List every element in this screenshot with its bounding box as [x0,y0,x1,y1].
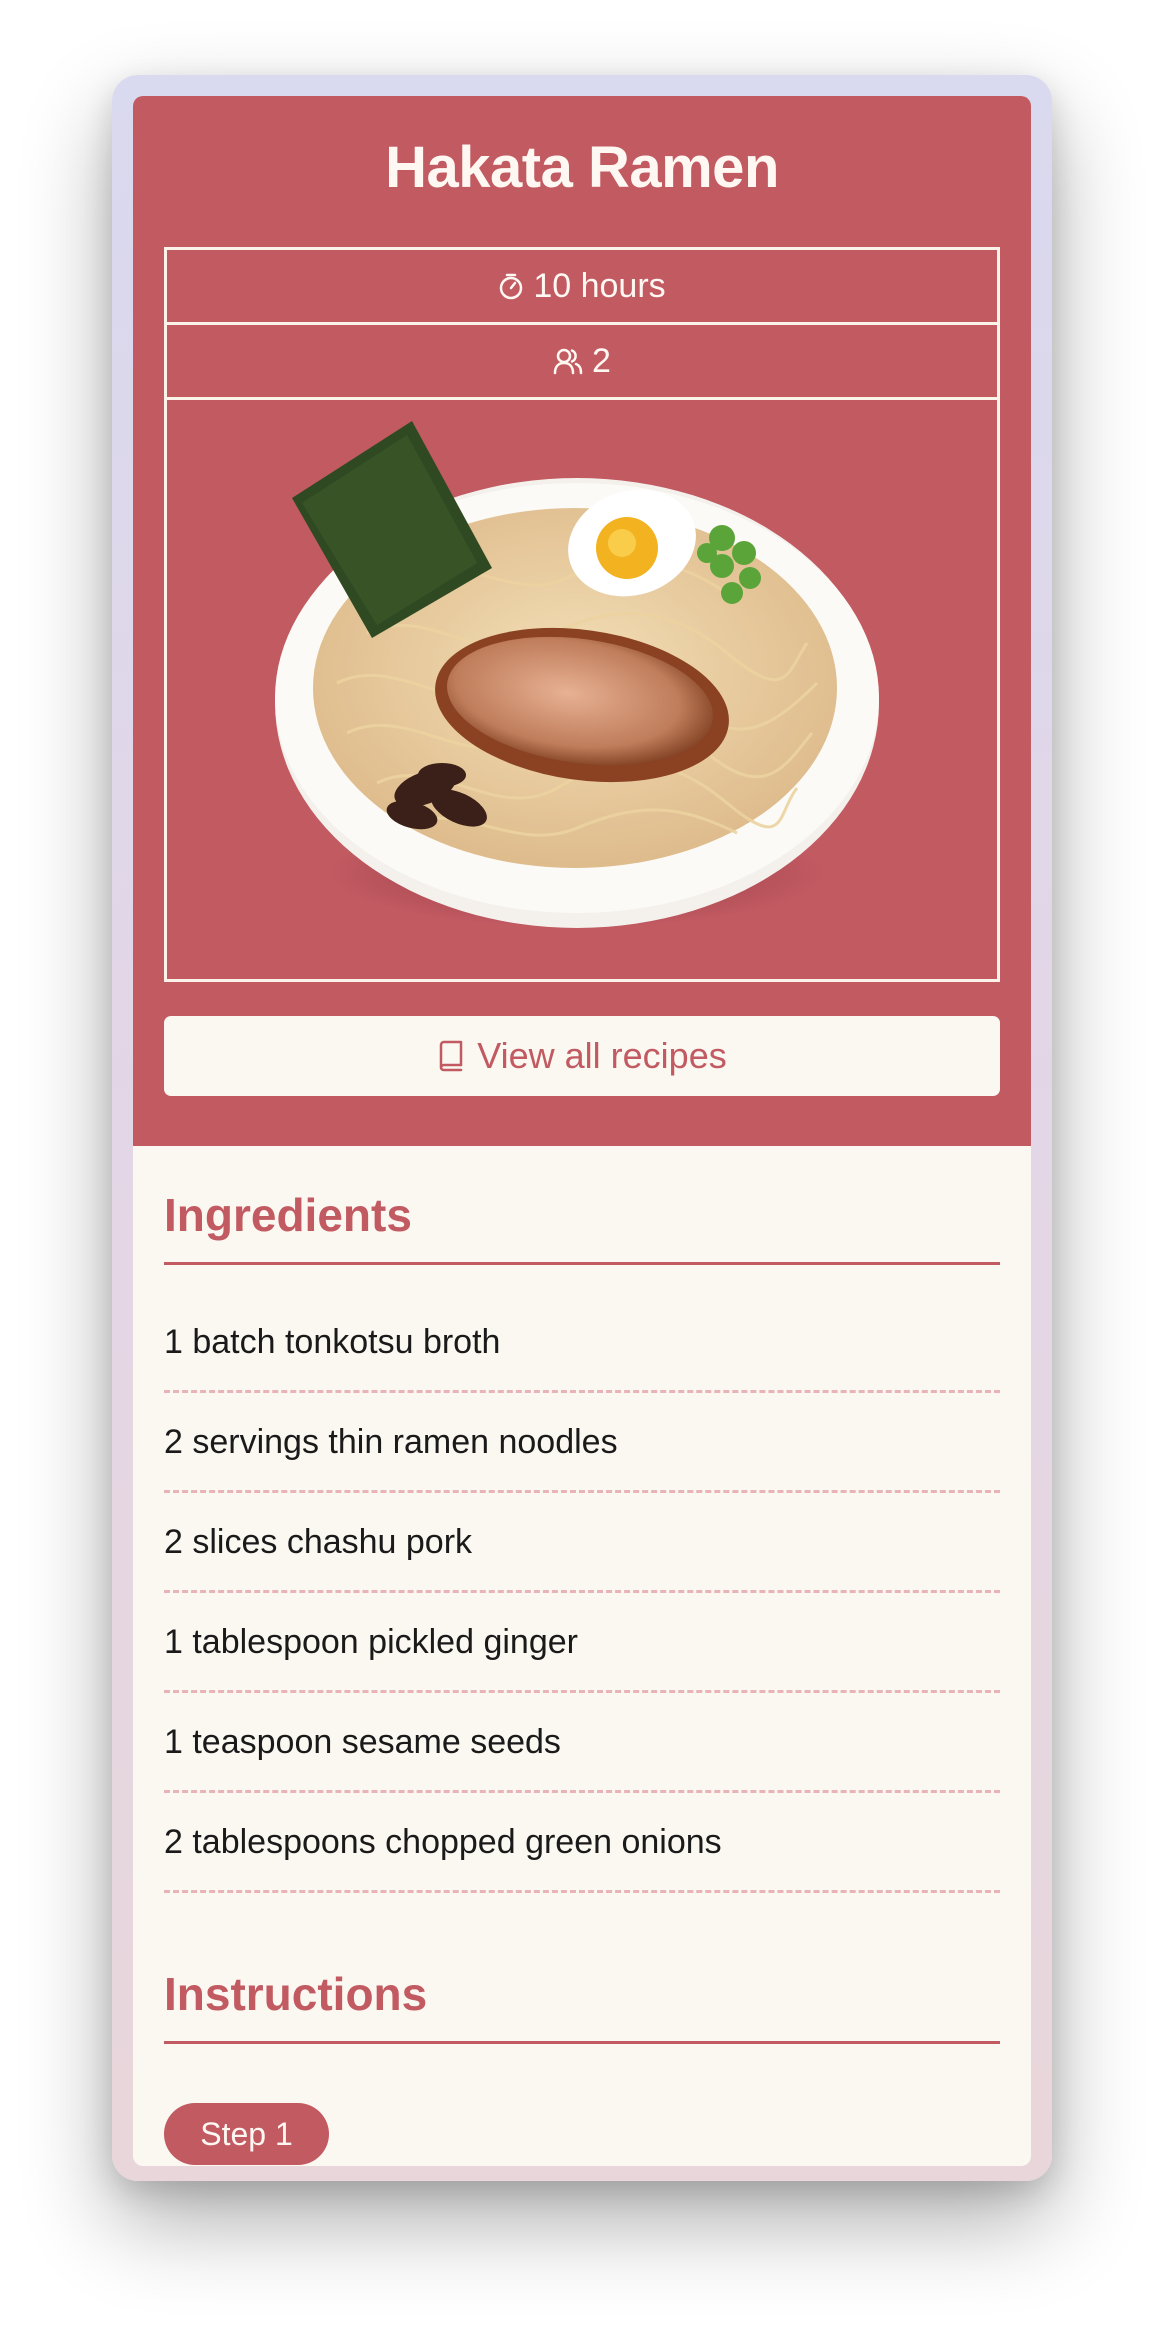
recipe-image [167,403,997,979]
ingredients-heading: Ingredients [164,1188,1000,1265]
step-badge: Step 1 [164,2103,329,2165]
book-icon [440,1040,463,1072]
ingredient-item: 2 tablespoons chopped green onions [164,1793,1000,1893]
ingredient-item: 1 teaspoon sesame seeds [164,1693,1000,1793]
view-all-recipes-label: View all recipes [477,1035,727,1076]
stopwatch-icon [500,273,523,300]
servings-value: 2 [592,341,611,380]
users-icon [553,348,583,375]
ingredient-item: 2 slices chashu pork [164,1493,1000,1593]
prep-time-value: 10 hours [533,266,666,305]
prep-time-row: 10 hours [167,250,997,325]
ingredient-item: 1 tablespoon pickled ginger [164,1593,1000,1693]
recipe-meta-box: 10 hours 2 [164,247,1000,982]
recipe-hero: Hakata Ramen 10 hours 2 View all recipes [133,96,1031,1146]
app-screen: Hakata Ramen 10 hours 2 View all recipes… [133,96,1031,2166]
ingredient-item: 1 batch tonkotsu broth [164,1293,1000,1393]
recipe-title: Hakata Ramen [385,135,779,200]
ramen-bowl-illustration [275,421,879,928]
servings-row: 2 [167,325,997,400]
view-all-recipes-button[interactable]: View all recipes [164,1016,1000,1096]
instructions-heading: Instructions [164,1967,1000,2044]
ingredients-list: 1 batch tonkotsu broth 2 servings thin r… [164,1293,1000,1893]
ingredient-item: 2 servings thin ramen noodles [164,1393,1000,1493]
